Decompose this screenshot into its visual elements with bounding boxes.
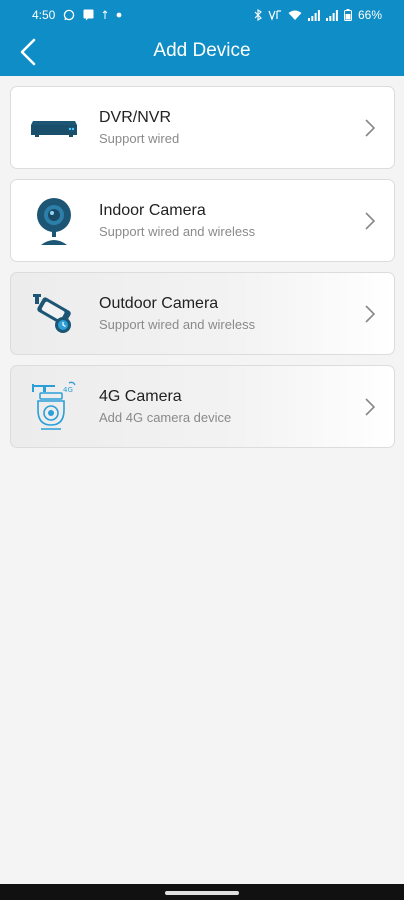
chevron-right-icon [358,209,382,233]
signal-dot-icon [102,10,108,20]
svg-text:4G: 4G [63,386,73,394]
volte-icon [268,9,282,21]
nav-bar: Add Device [0,30,404,76]
device-subtitle: Support wired [99,131,180,146]
page-title: Add Device [153,40,251,61]
dvr-icon [24,98,84,158]
device-item-dvr-nvr[interactable]: DVR/NVR Support wired [10,86,395,169]
app-header: 4:50 66% Add Device [0,0,404,76]
chevron-right-icon [358,302,382,326]
outdoor-camera-icon [24,284,84,344]
device-item-text: 4G Camera Add 4G camera device [99,388,358,425]
wifi-icon [288,10,302,21]
notification-icon [83,9,94,21]
chevron-right-icon [358,116,382,140]
status-bar: 4:50 66% [0,0,404,30]
device-item-4g-camera[interactable]: 4G 4G Camera Add 4G camera device [10,365,395,448]
battery-percent: 66% [357,8,382,22]
device-type-list: DVR/NVR Support wired Indoor Camera Supp… [10,86,395,458]
signal-icon [325,9,338,21]
device-title: Indoor Camera [99,202,206,219]
4g-camera-icon: 4G [24,377,84,437]
device-item-text: Outdoor Camera Support wired and wireles… [99,295,358,332]
battery-icon [343,9,352,21]
system-nav-bar [0,884,404,900]
device-title: 4G Camera [99,388,182,405]
whatsapp-icon [63,9,75,21]
device-subtitle: Add 4G camera device [99,410,232,425]
signal-icon [307,9,320,21]
indoor-camera-icon [24,191,84,251]
device-subtitle: Support wired and wireless [99,224,256,239]
bluetooth-icon [254,9,262,21]
dot-icon [116,12,122,18]
status-right: 66% [254,8,382,22]
device-item-indoor-camera[interactable]: Indoor Camera Support wired and wireless [10,179,395,262]
status-time: 4:50 [32,8,56,22]
device-item-text: DVR/NVR Support wired [99,109,358,146]
status-left: 4:50 [32,8,122,22]
device-title: DVR/NVR [99,109,172,126]
home-indicator[interactable] [165,891,239,895]
chevron-right-icon [358,395,382,419]
device-item-outdoor-camera[interactable]: Outdoor Camera Support wired and wireles… [10,272,395,355]
device-item-text: Indoor Camera Support wired and wireless [99,202,358,239]
device-title: Outdoor Camera [99,295,219,312]
device-subtitle: Support wired and wireless [99,317,256,332]
